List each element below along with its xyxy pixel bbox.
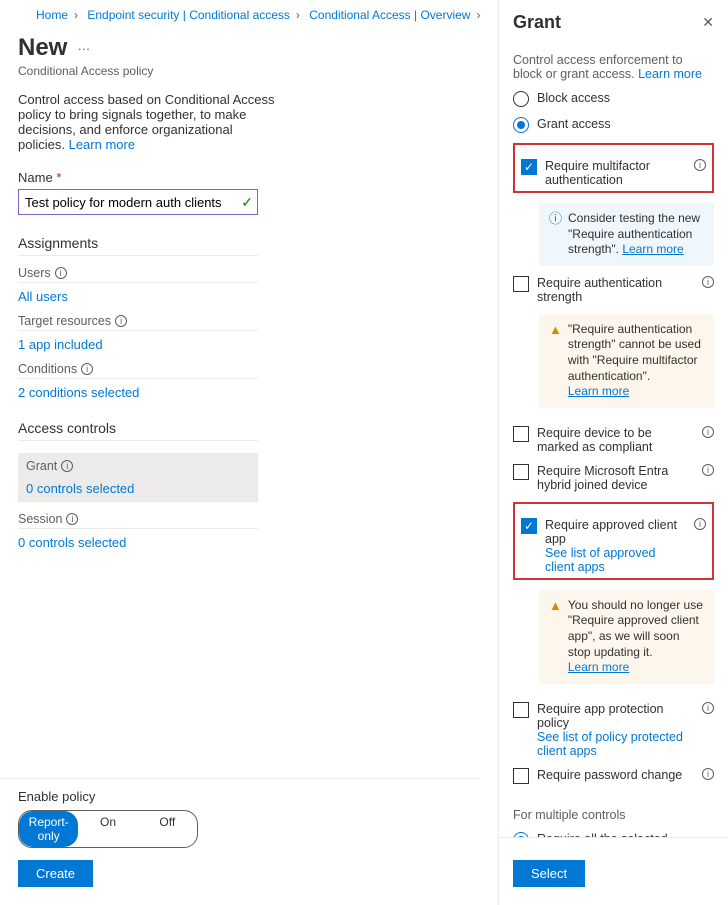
learn-more-link[interactable]: Learn more — [69, 137, 135, 152]
select-button[interactable]: Select — [513, 860, 585, 887]
approved-apps-link[interactable]: See list of approved client apps — [545, 546, 656, 574]
cb-require-mfa[interactable]: Require multifactor authenticationi — [521, 159, 706, 187]
targets-link[interactable]: 1 app included — [18, 337, 258, 352]
callout-learn-more[interactable]: Learn more — [568, 384, 629, 398]
more-icon[interactable]: … — [77, 38, 90, 53]
cb-approved-client[interactable]: Require approved client appSee list of a… — [521, 518, 706, 574]
page-description: Control access based on Conditional Acce… — [18, 92, 278, 152]
protection-apps-link[interactable]: See list of policy protected client apps — [537, 730, 683, 758]
assignments-title: Assignments — [18, 235, 258, 256]
info-icon[interactable]: i — [702, 702, 714, 714]
crumb-endpoint[interactable]: Endpoint security | Conditional access — [87, 8, 290, 22]
multi-controls-label: For multiple controls — [513, 808, 714, 822]
warning-icon: ▲ — [549, 322, 562, 400]
breadcrumb: Home› Endpoint security | Conditional ac… — [18, 0, 462, 22]
seg-off[interactable]: Off — [138, 811, 197, 847]
radio-block-access[interactable]: Block access — [513, 91, 714, 107]
info-icon[interactable]: i — [694, 518, 706, 530]
targets-header: Target resourcesi — [18, 314, 258, 331]
callout-learn-more[interactable]: Learn more — [622, 242, 683, 256]
cb-hybrid-joined[interactable]: Require Microsoft Entra hybrid joined de… — [513, 464, 714, 492]
panel-learn-more[interactable]: Learn more — [638, 67, 702, 81]
crumb-overview[interactable]: Conditional Access | Overview — [309, 8, 470, 22]
panel-title: Grant — [513, 12, 561, 33]
info-icon[interactable]: i — [66, 513, 78, 525]
enable-policy-label: Enable policy — [18, 789, 462, 804]
conditions-link[interactable]: 2 conditions selected — [18, 385, 258, 400]
conditions-header: Conditionsi — [18, 362, 258, 379]
cb-app-protection[interactable]: Require app protection policySee list of… — [513, 702, 714, 758]
info-icon[interactable]: i — [702, 768, 714, 780]
create-button[interactable]: Create — [18, 860, 93, 887]
info-icon[interactable]: i — [55, 267, 67, 279]
info-icon[interactable]: i — [694, 159, 706, 171]
cb-compliant-device[interactable]: Require device to be marked as compliant… — [513, 426, 714, 454]
page-title: New — [18, 34, 67, 62]
close-icon[interactable]: ✕ — [702, 14, 714, 31]
session-header: Sessioni — [18, 512, 258, 529]
crumb-home[interactable]: Home — [36, 8, 68, 22]
check-icon: ✓ — [241, 194, 253, 211]
enable-policy-toggle[interactable]: Report-only On Off — [18, 810, 198, 848]
grant-row[interactable]: Granti 0 controls selected — [18, 453, 258, 502]
users-link[interactable]: All users — [18, 289, 258, 304]
info-icon[interactable]: i — [702, 464, 714, 476]
radio-grant-access[interactable]: Grant access — [513, 117, 714, 133]
info-circle-icon: ⓘ — [549, 211, 562, 258]
name-label: Name * — [18, 170, 462, 185]
info-icon[interactable]: i — [115, 315, 127, 327]
page-subtitle: Conditional Access policy — [18, 64, 462, 78]
panel-desc: Control access enforcement to block or g… — [513, 53, 714, 81]
users-header: Usersi — [18, 266, 258, 283]
info-icon[interactable]: i — [702, 276, 714, 288]
callout-approved-warn: ▲ You should no longer use "Require appr… — [539, 590, 714, 684]
callout-auth-strength-warn: ▲ "Require authentication strength" cann… — [539, 314, 714, 408]
seg-on[interactable]: On — [78, 811, 137, 847]
cb-auth-strength[interactable]: Require authentication strengthi — [513, 276, 714, 304]
name-input[interactable] — [23, 194, 241, 211]
callout-auth-strength-tip: ⓘ Consider testing the new "Require auth… — [539, 203, 714, 266]
info-icon[interactable]: i — [81, 363, 93, 375]
name-input-wrapper[interactable]: ✓ — [18, 189, 258, 215]
info-icon[interactable]: i — [702, 426, 714, 438]
warning-icon: ▲ — [549, 598, 562, 676]
session-link[interactable]: 0 controls selected — [18, 535, 258, 550]
callout-learn-more[interactable]: Learn more — [568, 660, 629, 674]
info-icon[interactable]: i — [61, 460, 73, 472]
access-controls-title: Access controls — [18, 420, 258, 441]
seg-report-only[interactable]: Report-only — [19, 811, 78, 847]
cb-password-change[interactable]: Require password changei — [513, 768, 714, 784]
